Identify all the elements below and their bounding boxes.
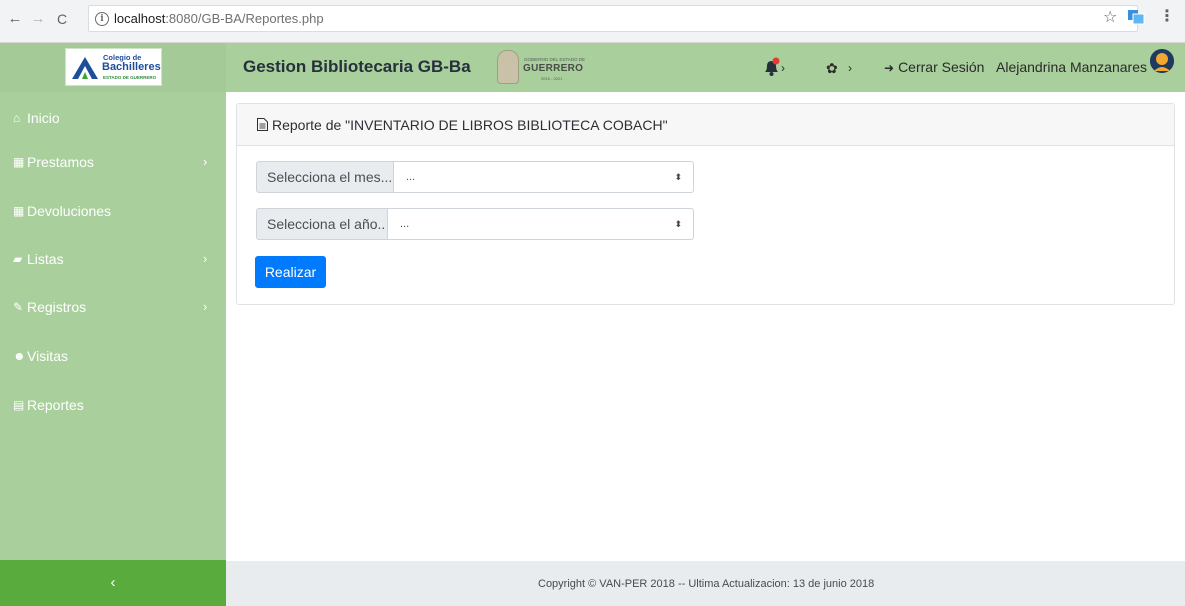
sidebar-item-label: Prestamos — [27, 154, 94, 170]
book-icon: ▰ — [13, 252, 23, 266]
report-card: Reporte de "INVENTARIO DE LIBROS BIBLIOT… — [236, 103, 1175, 305]
year-select[interactable]: ... ⬍ — [388, 208, 694, 240]
home-icon: ⌂ — [13, 111, 21, 125]
sidebar-item-label: Listas — [27, 251, 64, 267]
users-icon: ☻ — [13, 349, 26, 363]
select-caret-icon: ⬍ — [674, 219, 682, 229]
calendar-icon: ▦ — [13, 204, 25, 218]
calendar-icon: ▦ — [13, 155, 25, 169]
url-host: localhost — [114, 11, 166, 26]
gear-icon[interactable]: ✿ — [826, 60, 838, 77]
gov-logo-years: 2015 - 2021 — [541, 76, 563, 81]
address-bar[interactable]: i localhost:8080/GB-BA/Reportes.php — [88, 5, 1138, 32]
app-title: Gestion Bibliotecaria GB-Ba — [243, 57, 471, 76]
info-icon[interactable]: i — [95, 12, 109, 26]
forward-arrow-icon[interactable]: → — [27, 8, 49, 30]
sidebar-item-label: Registros — [27, 299, 87, 315]
sidebar-item-reportes[interactable]: ▤ Reportes — [0, 391, 226, 421]
gov-logo-name: GUERRERO — [523, 63, 584, 74]
logo-line-2: Bachilleres — [102, 61, 161, 73]
card-header: Reporte de "INVENTARIO DE LIBROS BIBLIOT… — [237, 104, 1174, 146]
month-label: Selecciona el mes... — [256, 161, 394, 193]
seal-icon — [497, 50, 519, 84]
logout-link[interactable]: ➜ Cerrar Sesión — [884, 59, 984, 75]
sidebar-collapse-button[interactable]: ‹ — [0, 560, 226, 606]
card-title: Reporte de "INVENTARIO DE LIBROS BIBLIOT… — [272, 117, 668, 133]
year-select-value: ... — [400, 218, 410, 230]
chevron-left-icon: ‹ — [110, 574, 116, 591]
settings-chevron-icon[interactable]: › — [848, 61, 852, 75]
url-text[interactable]: localhost:8080/GB-BA/Reportes.php — [114, 11, 324, 26]
sidebar-item-registros[interactable]: ✎ Registros › — [0, 293, 226, 323]
bell-icon[interactable] — [763, 57, 781, 77]
month-input-group: Selecciona el mes... ... ⬍ — [256, 161, 694, 193]
browser-menu-icon[interactable]: ⋮ — [1159, 6, 1175, 26]
logo-line-3: ESTADO DE GUERRERO — [103, 75, 157, 80]
sidebar-item-devoluciones[interactable]: ▦ Devoluciones — [0, 197, 226, 227]
back-arrow-icon[interactable]: ← — [4, 8, 26, 30]
avatar[interactable] — [1150, 49, 1174, 73]
brand-area: Colegio de Bachilleres ESTADO DE GUERRER… — [0, 43, 226, 92]
sidebar-item-label: Devoluciones — [27, 203, 112, 219]
select-caret-icon: ⬍ — [674, 172, 682, 182]
sidebar-item-listas[interactable]: ▰ Listas › — [0, 245, 226, 275]
sidebar-item-label: Inicio — [27, 110, 60, 126]
month-select-value: ... — [406, 171, 416, 183]
extension-icon[interactable] — [1127, 9, 1145, 25]
footer: Copyright © VAN-PER 2018 -- Ultima Actua… — [226, 561, 1185, 606]
browser-toolbar: ← → C i localhost:8080/GB-BA/Reportes.ph… — [0, 0, 1185, 43]
document-icon — [257, 118, 268, 131]
app-header: Colegio de Bachilleres ESTADO DE GUERRER… — [0, 43, 1185, 92]
colegio-logo[interactable]: Colegio de Bachilleres ESTADO DE GUERRER… — [65, 48, 162, 86]
year-label: Selecciona el año.. — [256, 208, 388, 240]
chevron-right-icon: › — [203, 251, 208, 266]
document-icon: ▤ — [13, 398, 25, 412]
sidebar-item-prestamos[interactable]: ▦ Prestamos › — [0, 148, 226, 178]
logo-mark-icon — [72, 57, 98, 79]
sidebar-item-inicio[interactable]: ⌂ Inicio — [0, 104, 226, 134]
edit-icon: ✎ — [13, 300, 24, 314]
url-path: :8080/GB-BA/Reportes.php — [165, 11, 324, 26]
guerrero-government-logo: GOBIERNO DEL ESTADO DE GUERRERO 2015 - 2… — [497, 49, 592, 85]
sign-out-icon: ➜ — [884, 61, 895, 75]
user-name[interactable]: Alejandrina Manzanares — [996, 59, 1147, 75]
sidebar-item-visitas[interactable]: ☻ Visitas — [0, 342, 226, 372]
chevron-right-icon: › — [203, 299, 208, 314]
gov-logo-caption: GOBIERNO DEL ESTADO DE — [524, 57, 586, 62]
logout-label: Cerrar Sesión — [898, 59, 985, 75]
realizar-button[interactable]: Realizar — [255, 256, 326, 288]
sidebar-item-label: Reportes — [27, 397, 84, 413]
sidebar-item-label: Visitas — [27, 348, 68, 364]
year-input-group: Selecciona el año.. ... ⬍ — [256, 208, 694, 240]
copyright-text: Copyright © VAN-PER 2018 -- Ultima Actua… — [538, 578, 875, 590]
notifications-chevron-icon[interactable]: › — [781, 61, 785, 75]
bookmark-star-icon[interactable]: ☆ — [1103, 7, 1117, 27]
month-select[interactable]: ... ⬍ — [394, 161, 694, 193]
reload-icon[interactable]: C — [51, 8, 73, 30]
sidebar: ⌂ Inicio ▦ Prestamos › ▦ Devoluciones ▰ … — [0, 92, 226, 560]
chevron-right-icon: › — [203, 154, 208, 169]
